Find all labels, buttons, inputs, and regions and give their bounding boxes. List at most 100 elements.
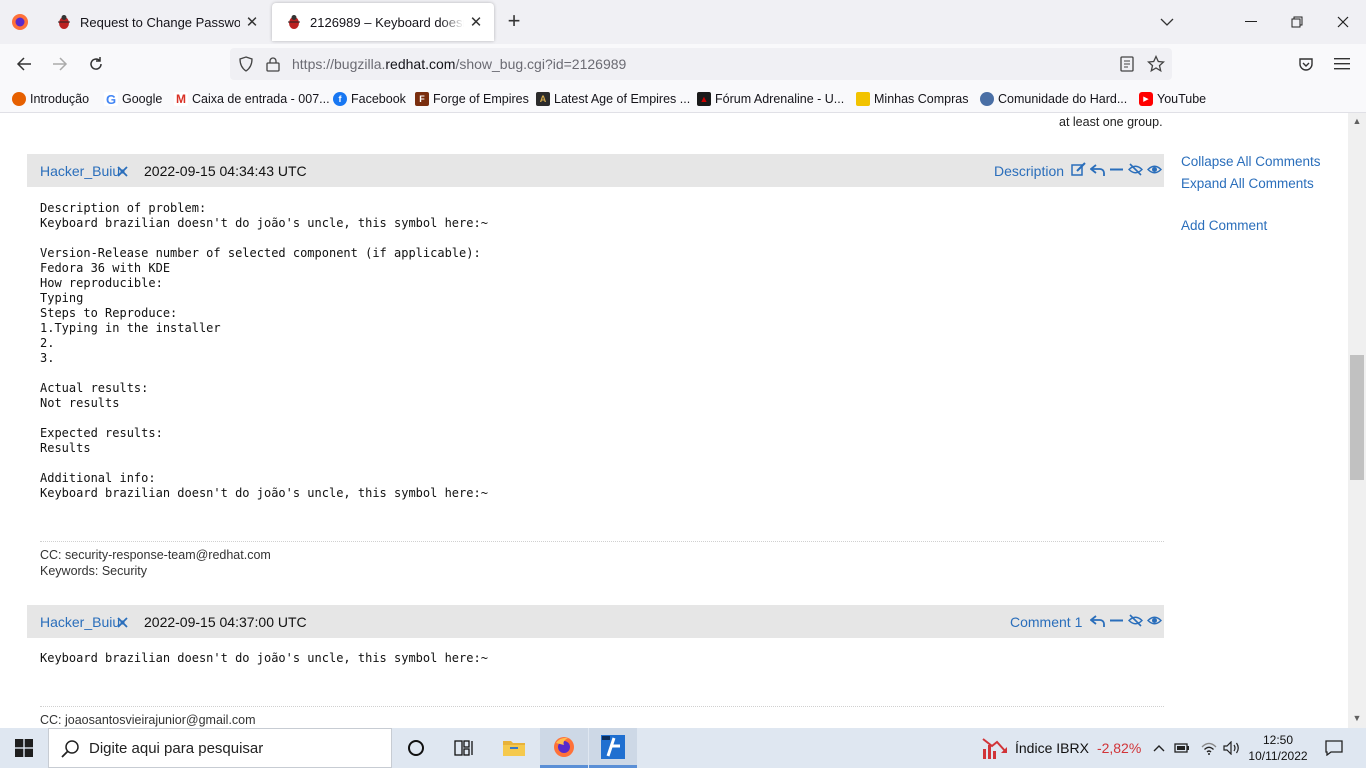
taskbar-search-placeholder: Digite aqui para pesquisar: [89, 740, 264, 757]
restore-button[interactable]: [1274, 0, 1320, 44]
bookmarks-toolbar: Introdução G Google M Caixa de entrada - 0…: [0, 84, 1366, 113]
activity-keywords: Keywords: Security: [40, 564, 147, 578]
hamburger-menu-icon[interactable]: [1330, 52, 1354, 76]
bugzilla-bug-icon: [288, 15, 300, 29]
comment-actions: [1071, 162, 1162, 179]
description-text: Description of problem: Keyboard brazili…: [40, 201, 488, 500]
windows-taskbar: Digite aqui para pesquisar Índice IBRX -…: [0, 728, 1366, 768]
tab-request-password[interactable]: Request to Change Password ✕: [42, 0, 270, 44]
minimize-button[interactable]: [1228, 0, 1274, 44]
expand-all-comments-link[interactable]: Expand All Comments: [1181, 176, 1314, 191]
taskbar-search-box[interactable]: Digite aqui para pesquisar: [48, 728, 392, 768]
list-all-tabs-icon[interactable]: [1144, 0, 1190, 44]
description-link[interactable]: Description: [994, 163, 1064, 179]
tab-strip: Request to Change Password ✕ 2126989 – K…: [0, 0, 1366, 44]
clock-time: 12:50: [1262, 733, 1294, 747]
app-taskbar-icon[interactable]: [589, 728, 637, 768]
tab-bug-2126989[interactable]: 2126989 – Keyboard doesn't do ✕: [272, 3, 494, 41]
cortana-icon[interactable]: [392, 728, 440, 768]
page-content: at least one group. Hacker_Buiu 2022-09-…: [0, 113, 1348, 728]
clock-date: 10/11/2022: [1248, 749, 1308, 763]
compras-icon: [856, 92, 870, 106]
activity-separator: [40, 706, 1164, 707]
activity-log: CC: security-response-team@redhat.com Ke…: [40, 547, 271, 579]
hide-eye-icon[interactable]: [1128, 613, 1143, 628]
volume-icon[interactable]: [1222, 728, 1242, 768]
bookmark-introducao[interactable]: Introdução: [12, 90, 89, 108]
youtube-icon: ▶: [1139, 92, 1153, 106]
comment-1-text: Keyboard brazilian doesn't do joão's unc…: [40, 651, 488, 665]
comment-author-link[interactable]: Hacker_Buiu: [40, 163, 120, 179]
stock-down-icon: [982, 738, 1007, 759]
bookmark-google[interactable]: G Google: [104, 90, 162, 108]
facebook-icon: f: [333, 92, 347, 106]
reporter-icon: [117, 617, 128, 628]
collapse-all-comments-link[interactable]: Collapse All Comments: [1181, 154, 1321, 169]
taskbar-clock[interactable]: 12:50 10/11/2022: [1246, 732, 1310, 764]
padlock-icon[interactable]: [266, 56, 280, 72]
bookmark-age-of-empires[interactable]: A Latest Age of Empires ...: [536, 90, 690, 108]
view-eye-icon[interactable]: [1147, 162, 1162, 177]
bookmark-forge-of-empires[interactable]: F Forge of Empires: [415, 90, 529, 108]
reply-icon[interactable]: [1090, 613, 1105, 628]
task-view-icon[interactable]: [440, 728, 488, 768]
collapse-minus-icon[interactable]: [1109, 613, 1124, 628]
group-note: at least one group.: [1059, 115, 1163, 129]
scroll-down-arrow-icon[interactable]: ▼: [1350, 713, 1364, 727]
hide-eye-icon[interactable]: [1128, 162, 1143, 177]
navigation-toolbar: https://bugzilla.redhat.com/show_bug.cgi…: [0, 44, 1366, 84]
firefox-icon: [12, 92, 26, 106]
edit-icon[interactable]: [1071, 162, 1086, 177]
aoe-icon: A: [536, 92, 550, 106]
comment-author-link[interactable]: Hacker_Buiu: [40, 614, 120, 630]
back-arrow-icon[interactable]: [12, 52, 36, 76]
tab-title: Request to Change Password: [80, 14, 240, 30]
comment-actions: [1090, 613, 1162, 630]
forward-arrow-icon[interactable]: [48, 52, 72, 76]
new-tab-button[interactable]: +: [502, 10, 526, 34]
reader-view-icon[interactable]: [1120, 56, 1134, 72]
url-bar[interactable]: https://bugzilla.redhat.com/show_bug.cgi…: [230, 48, 1172, 80]
reply-icon[interactable]: [1090, 162, 1105, 177]
stock-widget[interactable]: Índice IBRX -2,82%: [982, 728, 1141, 768]
reload-icon[interactable]: [84, 52, 108, 76]
tab-title: 2126989 – Keyboard doesn't do: [310, 14, 464, 30]
collapse-minus-icon[interactable]: [1109, 162, 1124, 177]
wifi-icon[interactable]: [1198, 728, 1220, 768]
battery-icon[interactable]: [1172, 728, 1192, 768]
comment-timestamp: 2022-09-15 04:37:00 UTC: [144, 614, 307, 630]
firefox-view-icon[interactable]: [8, 10, 32, 34]
stock-change: -2,82%: [1096, 740, 1142, 756]
pocket-icon[interactable]: [1294, 52, 1318, 76]
bookmark-minhas-compras[interactable]: Minhas Compras: [856, 90, 968, 108]
view-eye-icon[interactable]: [1147, 613, 1162, 628]
comment-header: Hacker_Buiu 2022-09-15 04:34:43 UTC Desc…: [27, 154, 1164, 187]
scroll-up-arrow-icon[interactable]: ▲: [1350, 116, 1364, 130]
comment-timestamp: 2022-09-15 04:34:43 UTC: [144, 163, 307, 179]
close-window-button[interactable]: [1320, 0, 1366, 44]
bookmark-gmail[interactable]: M Caixa de entrada - 007...: [174, 90, 330, 108]
close-tab-icon[interactable]: ✕: [464, 10, 488, 34]
bookmark-star-icon[interactable]: [1147, 55, 1165, 73]
windows-start-icon[interactable]: [0, 728, 48, 768]
gmail-icon: M: [174, 92, 188, 106]
activity-cc: CC: security-response-team@redhat.com: [40, 548, 271, 562]
stock-label: Índice IBRX: [1015, 740, 1089, 756]
comment-1-link[interactable]: Comment 1: [1010, 614, 1082, 630]
chevron-up-icon[interactable]: [1150, 728, 1168, 768]
tracking-shield-icon[interactable]: [238, 56, 254, 72]
bookmark-comunidade-hardware[interactable]: Comunidade do Hard...: [980, 90, 1127, 108]
firefox-taskbar-icon[interactable]: [540, 728, 588, 768]
activity-log: CC: joaosantosvieirajunior@gmail.com: [40, 712, 256, 728]
add-comment-link[interactable]: Add Comment: [1181, 218, 1267, 233]
forge-icon: F: [415, 92, 429, 106]
reporter-icon: [117, 166, 128, 177]
bookmark-facebook[interactable]: f Facebook: [333, 90, 406, 108]
bookmark-forum-adrenaline[interactable]: ▲ Fórum Adrenaline - U...: [697, 90, 844, 108]
bookmark-youtube[interactable]: ▶ YouTube: [1139, 90, 1206, 108]
notifications-icon[interactable]: [1318, 728, 1350, 768]
scrollbar-thumb[interactable]: [1350, 355, 1364, 480]
close-tab-icon[interactable]: ✕: [240, 10, 264, 34]
google-icon: G: [104, 91, 118, 107]
file-explorer-icon[interactable]: [490, 728, 538, 768]
